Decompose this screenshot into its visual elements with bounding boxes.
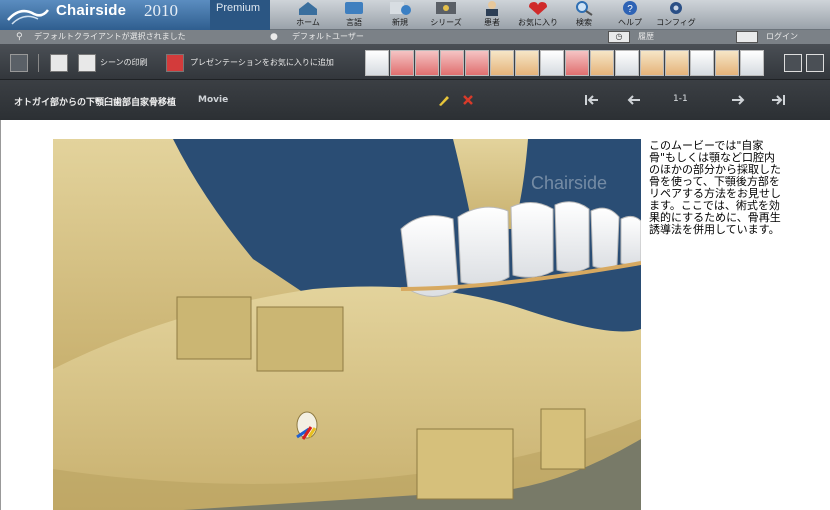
edit-pencil-icon[interactable] bbox=[436, 93, 452, 107]
scene-thumbnail[interactable] bbox=[690, 50, 714, 76]
patient-icon bbox=[486, 1, 498, 16]
home-icon bbox=[299, 2, 317, 15]
print-scene-button[interactable]: シーンの印刷 bbox=[100, 57, 148, 68]
tool-bar: シーンの印刷 プレゼンテーションをお気に入りに追加 bbox=[0, 44, 830, 80]
exit-icon[interactable] bbox=[806, 54, 824, 72]
scene-thumbnail[interactable] bbox=[415, 50, 439, 76]
last-page-icon[interactable] bbox=[770, 93, 786, 107]
next-page-icon[interactable] bbox=[730, 93, 746, 107]
top-bar: Chairside 2010 Premium ホーム 言語 新規 シリーズ 患者… bbox=[0, 0, 830, 30]
user-status: デフォルトユーザー bbox=[292, 32, 364, 41]
brand-name: Chairside bbox=[56, 2, 127, 19]
scene-thumbnail[interactable] bbox=[440, 50, 464, 76]
delete-x-icon[interactable] bbox=[460, 93, 476, 107]
history-link[interactable]: 履歴 bbox=[638, 30, 654, 44]
status-bar: ⚲ デフォルトクライアントが選択されました ● デフォルトユーザー ◷ 履歴 ロ… bbox=[0, 30, 830, 44]
print-icon[interactable] bbox=[78, 54, 96, 72]
nav-label: 新規 bbox=[392, 18, 408, 27]
scene-thumbnail[interactable] bbox=[390, 50, 414, 76]
svg-text:?: ? bbox=[627, 4, 633, 15]
media-type-label: Movie bbox=[198, 95, 229, 105]
fullscreen-icon[interactable] bbox=[784, 54, 802, 72]
movie-title: オトガイ部からの下顎臼歯部自家骨移植 bbox=[14, 98, 177, 108]
scene-thumbnail[interactable] bbox=[540, 50, 564, 76]
search-icon bbox=[576, 1, 593, 16]
nav-search[interactable]: 検索 bbox=[561, 0, 607, 30]
scene-thumbnails bbox=[365, 50, 764, 76]
toolbar-divider bbox=[38, 54, 39, 72]
nav-label: ホーム bbox=[296, 18, 320, 27]
login-link[interactable]: ログイン bbox=[766, 30, 798, 44]
movie-description: このムービーでは"自家骨"もしくは顎など口腔内のほかの部分から採取した骨を使って… bbox=[649, 139, 781, 236]
scene-icon[interactable] bbox=[50, 54, 68, 72]
nav-label: シリーズ bbox=[430, 18, 462, 27]
prev-page-icon[interactable] bbox=[626, 93, 642, 107]
scene-thumbnail[interactable] bbox=[640, 50, 664, 76]
nav-label: 検索 bbox=[576, 18, 592, 27]
nav-label: ヘルプ bbox=[618, 18, 642, 27]
scene-thumbnail[interactable] bbox=[590, 50, 614, 76]
nav-help[interactable]: ? ヘルプ bbox=[607, 0, 653, 30]
heart-icon[interactable] bbox=[166, 54, 184, 72]
chairside-logo-icon bbox=[7, 9, 49, 25]
scene-thumbnail[interactable] bbox=[615, 50, 639, 76]
scene-thumbnail[interactable] bbox=[365, 50, 389, 76]
nav-label: 患者 bbox=[484, 18, 500, 27]
config-icon bbox=[670, 2, 682, 14]
content-area: Chairside このムービーでは"自家骨"もしくは顎など口腔内のほかの部分か… bbox=[0, 120, 830, 510]
jaw-illustration: Chairside bbox=[53, 139, 641, 510]
scene-thumbnail[interactable] bbox=[715, 50, 739, 76]
client-status: デフォルトクライアントが選択されました bbox=[34, 32, 186, 41]
scene-thumbnail[interactable] bbox=[490, 50, 514, 76]
nav-label: 言語 bbox=[346, 18, 362, 27]
series-icon bbox=[436, 2, 456, 14]
nav-language[interactable]: 言語 bbox=[331, 0, 377, 30]
nav-patient[interactable]: 患者 bbox=[469, 0, 515, 30]
scene-thumbnail[interactable] bbox=[465, 50, 489, 76]
scene-thumbnail[interactable] bbox=[665, 50, 689, 76]
scene-thumbnail[interactable] bbox=[740, 50, 764, 76]
pin-icon: ⚲ bbox=[16, 32, 23, 42]
brand: Chairside 2010 Premium bbox=[0, 0, 270, 30]
page-indicator: 1-1 bbox=[673, 94, 688, 104]
brand-year: 2010 bbox=[144, 1, 178, 20]
nav-series[interactable]: シリーズ bbox=[423, 0, 469, 30]
scene-thumbnail[interactable] bbox=[565, 50, 589, 76]
movie-title-bar: オトガイ部からの下顎臼歯部自家骨移植 Movie 1-1 bbox=[0, 80, 830, 120]
help-icon: ? bbox=[623, 1, 637, 15]
language-icon bbox=[345, 2, 363, 14]
nav-label: コンフィグ bbox=[656, 18, 696, 27]
main-nav: ホーム 言語 新規 シリーズ 患者 お気に入り 検索 ? ヘルプ コンフィグ bbox=[285, 0, 699, 30]
viewer-watermark: Chairside bbox=[531, 173, 607, 193]
user-icon: ● bbox=[270, 32, 278, 42]
nav-favorites[interactable]: お気に入り bbox=[515, 0, 561, 30]
add-favorite-button[interactable]: プレゼンテーションをお気に入りに追加 bbox=[190, 57, 334, 68]
nav-config[interactable]: コンフィグ bbox=[653, 0, 699, 30]
first-page-icon[interactable] bbox=[584, 93, 600, 107]
nav-home[interactable]: ホーム bbox=[285, 0, 331, 30]
movie-viewer[interactable]: Chairside bbox=[53, 139, 641, 510]
favorite-icon bbox=[529, 2, 547, 15]
brand-edition: Premium bbox=[210, 0, 270, 30]
scene-thumbnail[interactable] bbox=[515, 50, 539, 76]
lock-icon[interactable] bbox=[736, 31, 758, 43]
clock-icon[interactable]: ◷ bbox=[608, 31, 630, 43]
nav-label: お気に入り bbox=[518, 18, 558, 27]
new-icon bbox=[390, 2, 411, 15]
nav-new[interactable]: 新規 bbox=[377, 0, 423, 30]
grid-view-icon[interactable] bbox=[10, 54, 28, 72]
